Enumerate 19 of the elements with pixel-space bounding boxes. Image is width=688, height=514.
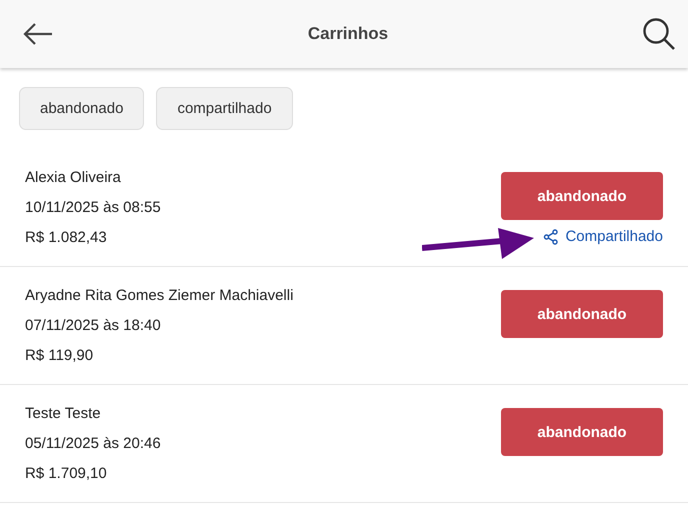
status-button[interactable]: abandonado xyxy=(501,172,663,220)
cart-total: R$ 1.082,43 xyxy=(25,228,108,248)
search-icon[interactable] xyxy=(642,17,676,51)
status-button[interactable]: abandonado xyxy=(501,408,663,456)
cart-date: 05/11/2025 às 20:46 xyxy=(25,434,161,454)
customer-name: Aryadne Rita Gomes Ziemer Machiavelli xyxy=(25,286,294,306)
cart-date: 07/11/2025 às 18:40 xyxy=(25,316,162,336)
shared-link[interactable]: Compartilhado xyxy=(543,228,663,245)
share-icon xyxy=(543,228,560,244)
cart-total: R$ 119,90 xyxy=(25,346,94,366)
customer-name: Alexia Oliveira xyxy=(25,168,122,188)
customer-name: Teste Teste xyxy=(25,404,102,424)
filter-chip[interactable]: compartilhado xyxy=(156,87,293,130)
filter-chip[interactable]: abandonado xyxy=(19,87,144,130)
cart-date: 10/11/2025 às 08:55 xyxy=(25,198,161,218)
cart-total: R$ 1.709,10 xyxy=(25,464,108,484)
status-button[interactable]: abandonado xyxy=(501,290,663,338)
page-title: Carrinhos xyxy=(308,24,388,44)
back-icon[interactable] xyxy=(22,22,54,46)
